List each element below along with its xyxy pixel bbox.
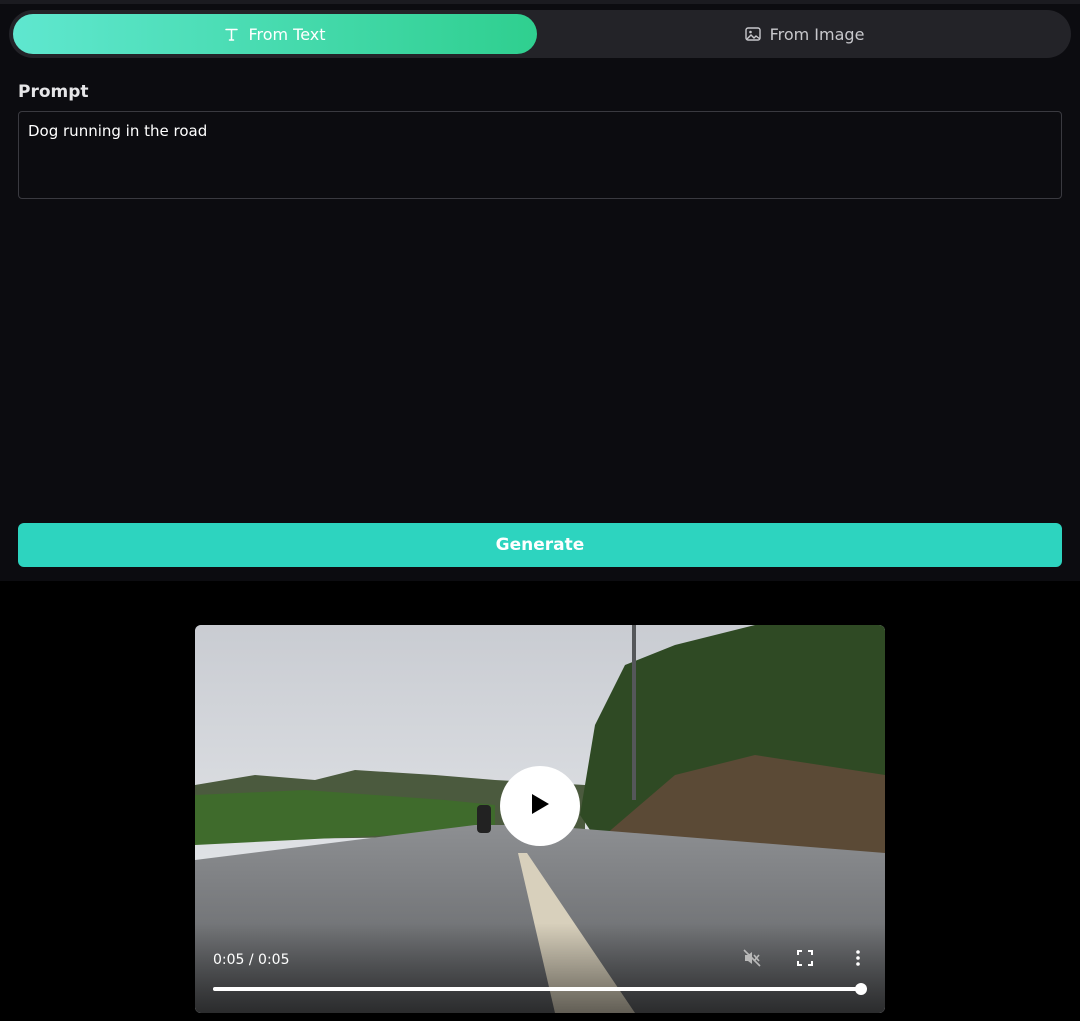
fullscreen-button[interactable] bbox=[793, 948, 817, 972]
mute-button[interactable] bbox=[740, 948, 764, 972]
play-button[interactable] bbox=[500, 766, 580, 846]
tab-from-image[interactable]: From Image bbox=[542, 14, 1067, 54]
image-icon bbox=[744, 27, 761, 41]
play-icon bbox=[530, 793, 550, 819]
tab-from-text-label: From Text bbox=[248, 24, 326, 44]
more-options-button[interactable] bbox=[846, 948, 870, 972]
text-icon bbox=[224, 27, 239, 42]
tab-from-image-label: From Image bbox=[769, 24, 865, 44]
mode-tabs: From Text From Image bbox=[9, 10, 1071, 58]
progress-bar[interactable] bbox=[213, 983, 867, 995]
video-player[interactable]: 0:05 / 0:05 bbox=[195, 625, 885, 1013]
time-display: 0:05 / 0:05 bbox=[213, 952, 290, 968]
tab-from-text[interactable]: From Text bbox=[13, 14, 537, 54]
generate-button[interactable]: Generate bbox=[18, 523, 1062, 567]
prompt-input[interactable]: Dog running in the road bbox=[18, 111, 1062, 199]
controls-overlay bbox=[195, 923, 885, 1013]
progress-fill bbox=[213, 987, 861, 991]
progress-thumb[interactable] bbox=[855, 983, 867, 995]
fullscreen-icon bbox=[797, 950, 813, 970]
mute-icon bbox=[742, 948, 762, 972]
prompt-label: Prompt bbox=[18, 82, 89, 102]
more-options-icon bbox=[856, 950, 860, 970]
generator-panel: From Text From Image Prompt Dog running … bbox=[0, 0, 1080, 581]
